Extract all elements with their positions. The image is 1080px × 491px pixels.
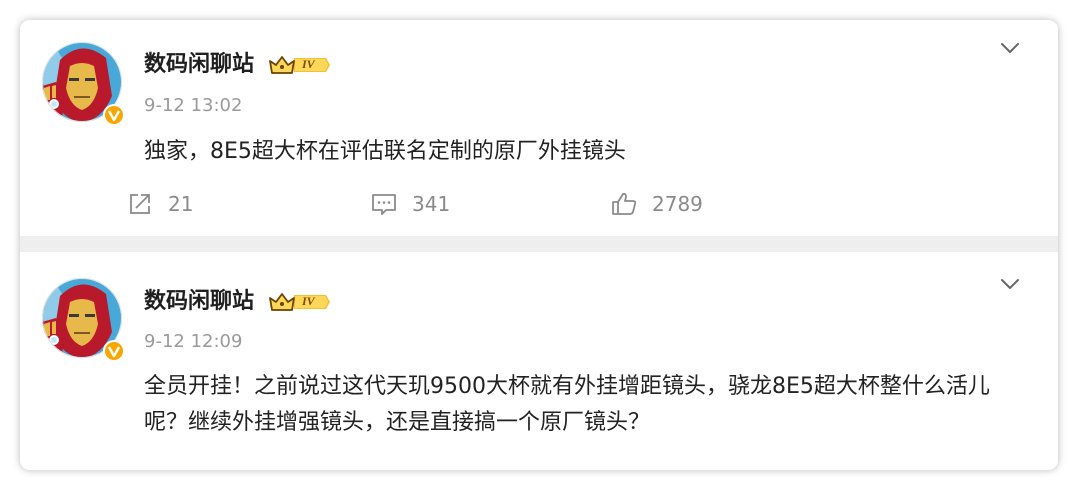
avatar[interactable]: [42, 278, 126, 362]
post-time: 9-12 12:09: [144, 331, 243, 352]
ironman-avatar-icon: [42, 278, 125, 362]
chevron-down-icon[interactable]: [996, 38, 1024, 58]
crown-icon: [269, 56, 330, 74]
repost-button[interactable]: 21: [126, 190, 193, 218]
author-name[interactable]: 数码闲聊站: [144, 51, 254, 79]
post-content: 独家，8E5超大杯在评估联名定制的原厂外挂镜头: [144, 139, 626, 164]
comment-icon: [372, 194, 396, 215]
weibo-feed-card: 手机评测室 手机评测室 手机评测室 手机评测室 手机评测室 手机评测室 手机评测…: [20, 20, 1058, 470]
post: 数码闲聊站 IV 9-12 12:09 全员开挂！之前说过这代天玑9500大杯就…: [20, 252, 1058, 470]
author-name[interactable]: 数码闲聊站: [144, 288, 254, 316]
chevron-down-icon[interactable]: [996, 274, 1024, 294]
verified-badge-icon: [103, 340, 125, 362]
repost-icon: [130, 194, 150, 214]
level-text: IV: [302, 57, 315, 71]
level-text: IV: [302, 294, 315, 308]
avatar[interactable]: [42, 42, 126, 126]
ironman-avatar-icon: [42, 42, 125, 126]
repost-count: 21: [168, 192, 194, 216]
post-content: 全员开挂！之前说过这代天玑9500大杯就有外挂增距镜头，骁龙8E5超大杯整什么活…: [144, 374, 990, 435]
crown-icon: [269, 293, 330, 311]
verified-badge-icon: [103, 104, 125, 126]
like-button[interactable]: 2789: [610, 190, 703, 218]
post-time: 9-12 13:02: [144, 95, 243, 116]
post-divider: [20, 236, 1058, 252]
post: 数码闲聊站 IV 9-12 13:02 独家，8E5超大杯在评估联名定制的原厂外…: [20, 20, 1058, 236]
like-icon: [612, 192, 637, 215]
comment-count: 341: [412, 192, 451, 216]
level-badge: IV: [268, 53, 332, 77]
comment-button[interactable]: 341: [370, 190, 450, 218]
level-badge: IV: [268, 290, 332, 314]
like-count: 2789: [652, 192, 703, 216]
